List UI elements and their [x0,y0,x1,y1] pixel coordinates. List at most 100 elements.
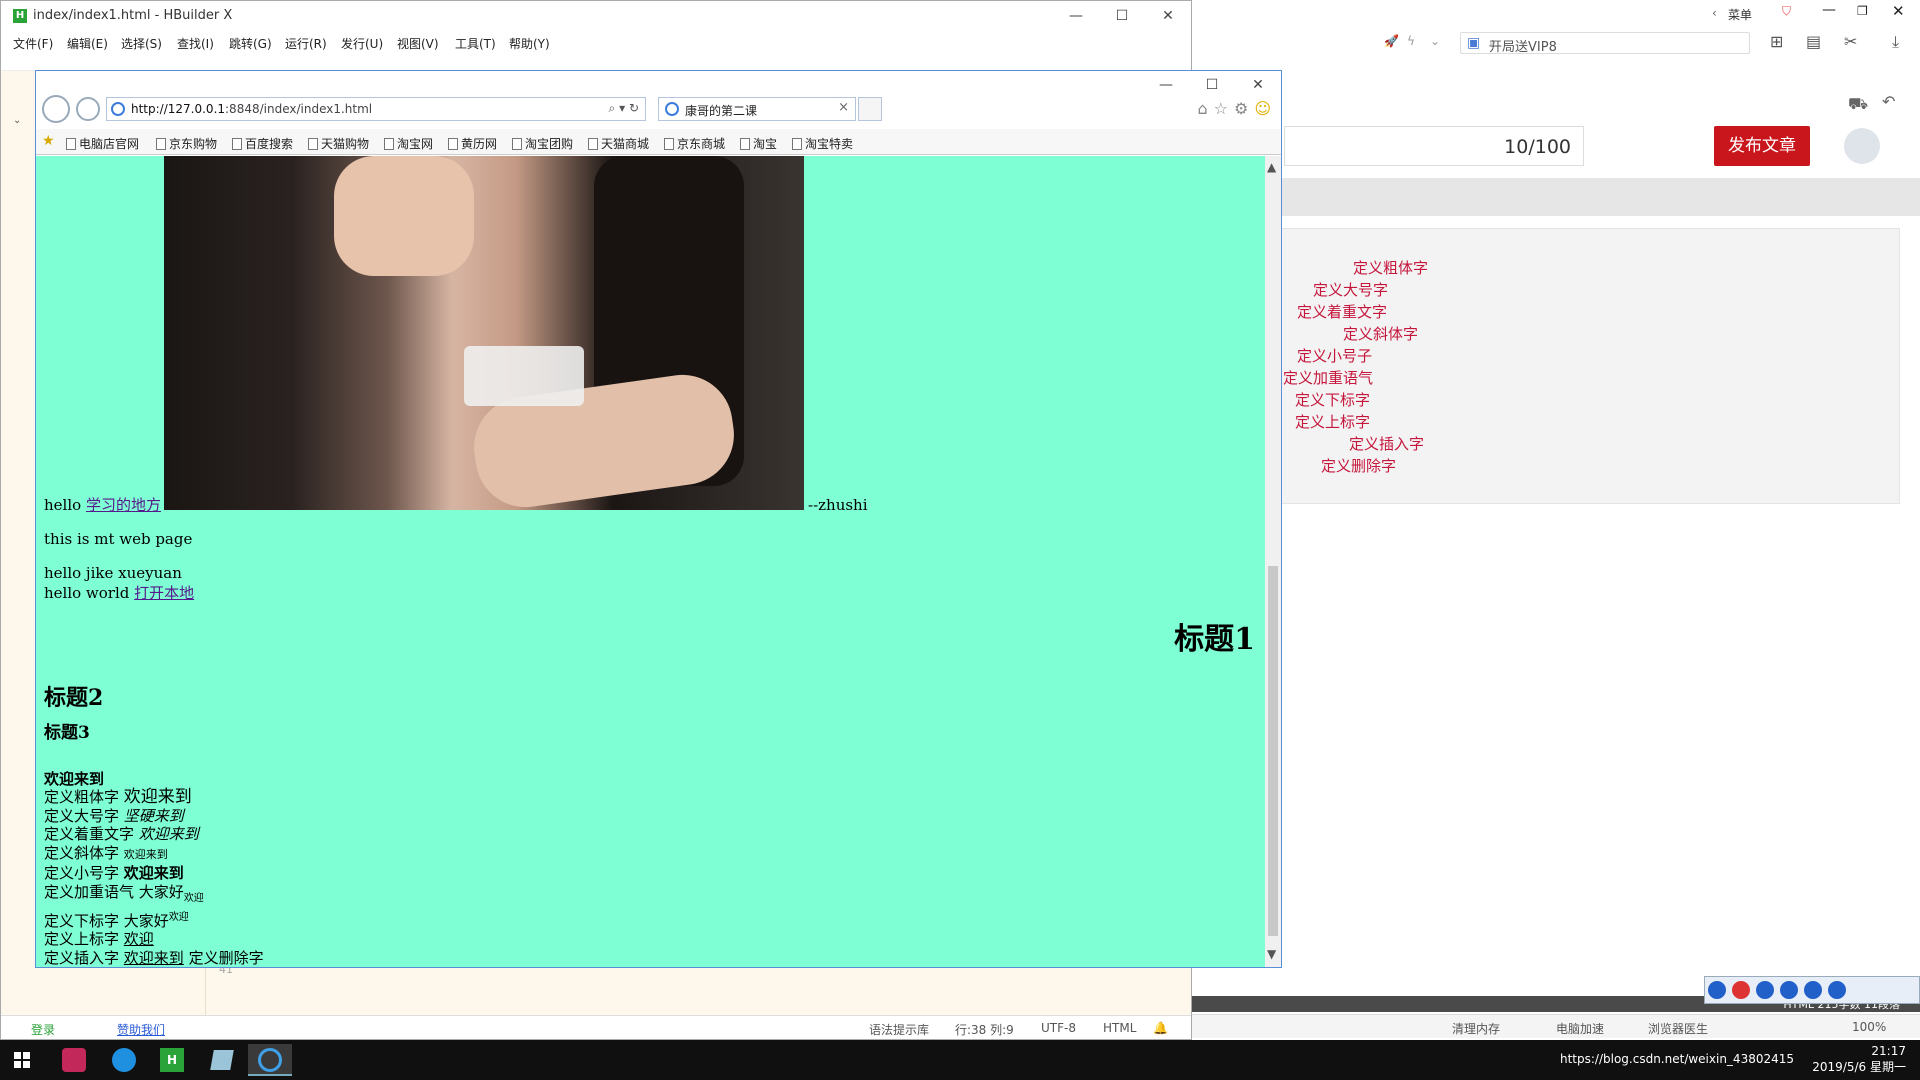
menu-item-edit[interactable]: 编辑(E) [67,35,108,52]
language-mode[interactable]: HTML [1103,1021,1136,1035]
rocket-icon[interactable]: 🚀 [1384,34,1399,48]
cart-icon[interactable]: ⛟ [1848,94,1868,115]
support-link[interactable]: 赞助我们 [117,1021,165,1038]
lightning-icon[interactable]: ϟ [1407,34,1415,48]
favorites-star-icon[interactable]: ★ [42,133,55,149]
syntax-hint[interactable]: 语法提示库 [869,1021,929,1038]
fav-item[interactable]: 淘宝特卖 [792,135,853,152]
reader-icon[interactable]: ▤ [1806,32,1821,51]
skin-icon[interactable]: ⛉ [1782,4,1791,19]
ime-emoji-icon[interactable] [1780,981,1798,999]
ime-logo-icon[interactable] [1708,981,1726,999]
menu-item-run[interactable]: 运行(R) [285,35,327,52]
fav-item[interactable]: 天猫购物 [308,135,369,152]
fav-item[interactable]: 百度搜索 [232,135,293,152]
search-icon[interactable]: ⌕ [1489,35,1743,50]
fav-item[interactable]: 淘宝 [740,135,777,152]
download-icon[interactable]: ⤓ [1892,32,1899,52]
maximize-icon[interactable]: ☐ [1189,71,1235,99]
open-local-link[interactable]: 打开本地 [134,584,194,602]
menu-item-tools[interactable]: 工具(T) [455,35,496,52]
scroll-down-icon[interactable]: ▼ [1267,947,1276,961]
tab-close-icon[interactable]: × [838,100,849,115]
new-tab-button[interactable] [858,97,882,121]
apps-icon[interactable]: ⊞ [1770,32,1783,51]
gear-icon[interactable]: ⚙ [1234,99,1248,118]
tab-title: 康哥的第二课 [685,104,758,118]
clock[interactable]: 21:17 2019/5/6 星期一 [1812,1043,1906,1075]
bell-icon[interactable]: 🔔 [1153,1021,1168,1035]
undo-icon[interactable]: ↶ [1882,92,1895,111]
fav-item[interactable]: 电脑店官网 [66,135,139,152]
page-icon [156,138,166,150]
publish-button[interactable]: 发布文章 [1714,126,1810,166]
close-icon[interactable]: ✕ [1892,2,1905,20]
menu-item-help[interactable]: 帮助(Y) [509,35,550,52]
restore-icon[interactable]: ❐ [1857,4,1868,18]
encoding[interactable]: UTF-8 [1041,1021,1076,1035]
taskbar-app-photo-icon[interactable] [52,1044,96,1076]
fav-item[interactable]: 京东商城 [664,135,725,152]
study-link[interactable]: 学习的地方 [86,496,161,514]
scissors-icon[interactable]: ✂ [1844,32,1857,51]
row-label: 定义加重语气 [44,882,135,901]
windows-start-icon[interactable] [14,1052,30,1068]
menu-item-publish[interactable]: 发行(U) [341,35,383,52]
refresh-icon[interactable]: ↻ [629,101,639,115]
maximize-icon[interactable]: ☐ [1099,1,1145,31]
tree-chevron-icon[interactable]: ⌄ [13,115,21,126]
address-bar[interactable]: http://127.0.0.1:8848/index/index1.html … [106,97,646,121]
ime-punct-icon[interactable] [1756,981,1774,999]
menu-item-find[interactable]: 查找(I) [177,35,214,52]
ime-keyboard-icon[interactable] [1804,981,1822,999]
ime-toolbar[interactable] [1704,976,1920,1004]
dropdown-icon[interactable]: ▾ [619,101,625,115]
menu-label[interactable]: 菜单 [1728,6,1752,23]
minimize-icon[interactable]: — [1053,1,1099,31]
smiley-icon[interactable]: ☺ [1254,99,1271,118]
menu-item-file[interactable]: 文件(F) [13,35,53,52]
menu-item-view[interactable]: 视图(V) [397,35,439,52]
fav-item[interactable]: 天猫商城 [588,135,649,152]
row-label: 定义斜体字 [44,843,120,862]
tab-active[interactable]: 康哥的第二课 × [658,97,856,121]
fav-item[interactable]: 淘宝团购 [512,135,573,152]
page-icon [384,138,394,150]
scrollbar-thumb[interactable] [1268,566,1278,936]
ime-mode-icon[interactable] [1732,981,1750,999]
scroll-up-icon[interactable]: ▲ [1267,160,1276,174]
cursor-position[interactable]: 行:38 列:9 [955,1021,1014,1038]
avatar[interactable] [1844,128,1880,164]
close-icon[interactable]: ✕ [1145,1,1191,31]
back-button[interactable] [42,95,70,123]
search-icon[interactable]: ⌕ [609,101,616,115]
row-value: 欢迎来到 [138,825,199,844]
zoom-level[interactable]: 100% [1852,1020,1886,1034]
taskbar-app-ie-icon[interactable] [248,1044,292,1076]
vertical-scrollbar[interactable]: ▲ ▼ [1265,156,1281,967]
clean-memory[interactable]: 清理内存 [1452,1020,1500,1037]
forward-button[interactable] [76,97,100,121]
fav-item[interactable]: 黄历网 [448,135,497,152]
menu-item-goto[interactable]: 跳转(G) [229,35,272,52]
taskbar-app-notes-icon[interactable] [200,1044,244,1076]
fav-item[interactable]: 淘宝网 [384,135,433,152]
home-icon[interactable]: ⌂ [1197,99,1207,118]
minimize-icon[interactable]: — [1143,71,1189,99]
list-item: 定义着重文字 [1297,303,1388,321]
back-chevron-icon[interactable]: ‹ [1712,6,1717,20]
taskbar-app-hbuilder-icon[interactable]: H [150,1044,194,1076]
menu-item-select[interactable]: 选择(S) [121,35,162,52]
search-box[interactable]: 开局送VIP8 ▣ ⌕ [1460,32,1750,55]
login-link[interactable]: 登录 [31,1021,55,1038]
pc-speedup[interactable]: 电脑加速 [1556,1020,1604,1037]
title-input[interactable]: 10/100 [1284,126,1584,166]
fav-item[interactable]: 京东购物 [156,135,217,152]
chevron-down-icon[interactable]: ⌄ [1430,34,1440,48]
minimize-icon[interactable]: — [1822,2,1836,18]
taskbar-app-browser-icon[interactable] [102,1044,146,1076]
star-icon[interactable]: ☆ [1214,99,1228,118]
close-icon[interactable]: ✕ [1235,71,1281,99]
browser-doctor[interactable]: 浏览器医生 [1648,1020,1708,1037]
ime-settings-icon[interactable] [1828,981,1846,999]
